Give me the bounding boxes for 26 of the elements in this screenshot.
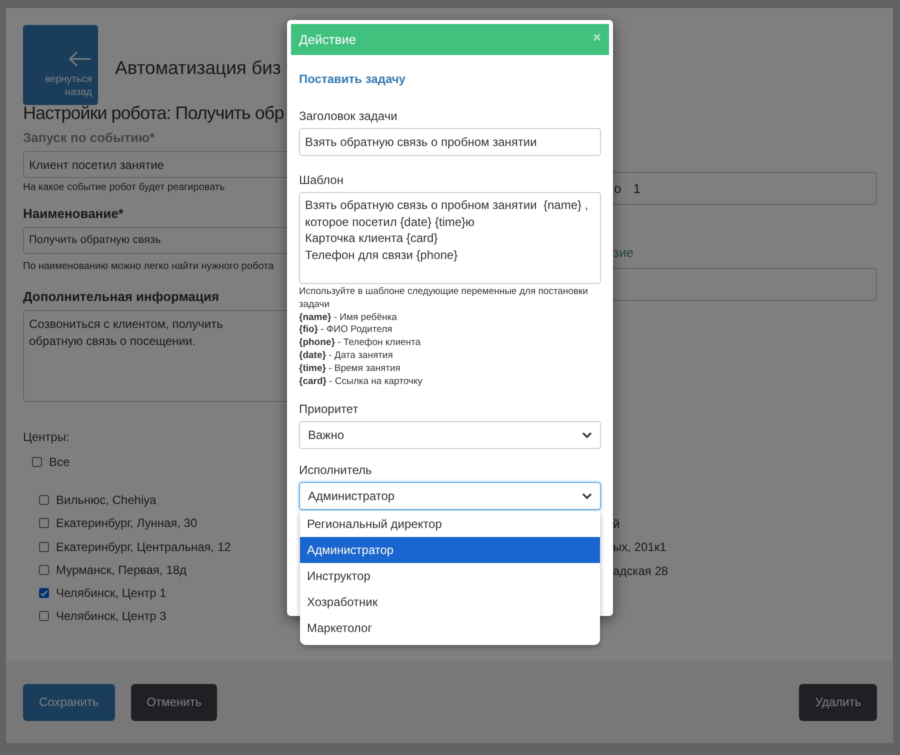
variable-description: {card} - Ссылка на карточку — [299, 376, 424, 388]
dialog-title: Действие — [299, 32, 356, 47]
variable-description: {phone} - Телефон клиента — [299, 337, 422, 350]
field-value: 1 — [633, 181, 640, 196]
checkbox-label: й — [612, 517, 621, 531]
field-label: зие — [612, 245, 634, 260]
field-label: Приоритет — [299, 402, 360, 416]
dialog-heading: Поставить задачу — [299, 72, 406, 86]
field-label: Наименование* — [23, 206, 124, 221]
help-text: Используйте в шаблоне следующие переменные для постановки задачи — [299, 286, 589, 312]
variable-description: {fio} - ФИО Родителя — [299, 324, 394, 338]
variable-description: {name} - Имя ребёнка — [299, 312, 398, 324]
variable-description: {date} - Дата занятия — [299, 350, 394, 363]
checkbox-label: адская 28 — [612, 564, 670, 578]
section-title: Настройки робота: Получить обр — [23, 103, 284, 124]
checkbox-label: ых, 201к1 — [612, 540, 668, 554]
variable-description: {time} - Время занятия — [299, 362, 402, 376]
field-label: о — [614, 181, 622, 196]
field-hint: На какое событие робот будет реагировать — [23, 182, 225, 193]
field-label: Запуск по событию* — [23, 130, 155, 145]
field-label: Заголовок задачи — [299, 109, 398, 123]
field-label: Исполнитель — [299, 463, 373, 478]
field-hint: По наименованию можно легко найти нужного робота — [23, 261, 274, 272]
centers-label: Центры: — [23, 430, 70, 444]
field-label: Дополнительная информация — [23, 289, 220, 304]
page-title: Автоматизация биз — [115, 57, 281, 79]
